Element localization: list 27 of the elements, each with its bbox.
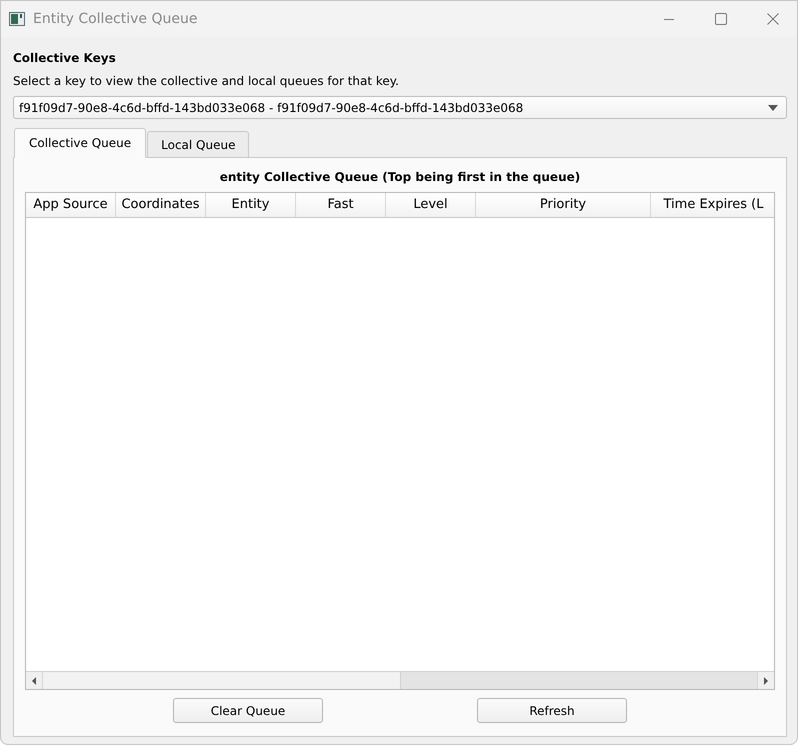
app-icon bbox=[9, 12, 25, 26]
column-header[interactable]: Level bbox=[386, 193, 476, 217]
column-header[interactable]: Fast bbox=[296, 193, 386, 217]
key-dropdown[interactable]: f91f09d7-90e8-4c6d-bffd-143bd033e068 - f91f09d7-90e8-4c6d-bffd-143bd033e068 bbox=[13, 96, 787, 119]
scrollbar-thumb[interactable] bbox=[43, 672, 401, 689]
instruction-text: Select a key to view the collective and local queues for that key. bbox=[13, 73, 400, 89]
section-heading: Collective Keys bbox=[13, 50, 117, 66]
minimize-icon bbox=[664, 18, 674, 20]
tab[interactable]: Collective Queue bbox=[14, 128, 146, 158]
column-header[interactable]: App Source bbox=[26, 193, 116, 217]
scroll-right-button[interactable] bbox=[757, 672, 774, 689]
column-header[interactable]: Time Expires (L bbox=[651, 193, 774, 217]
refresh-button[interactable]: Refresh bbox=[477, 698, 627, 723]
maximize-icon bbox=[715, 13, 727, 25]
close-icon bbox=[767, 13, 779, 25]
queue-title: entity Collective Queue (Top being first in the queue) bbox=[218, 169, 582, 185]
right-arrow-icon bbox=[764, 676, 768, 684]
tab[interactable]: Local Queue bbox=[147, 131, 250, 158]
horizontal-scrollbar[interactable] bbox=[26, 671, 774, 689]
clear-queue-button[interactable]: Clear Queue bbox=[173, 698, 323, 723]
column-header[interactable]: Priority bbox=[476, 193, 651, 217]
column-header[interactable]: Entity bbox=[206, 193, 296, 217]
caret-icon bbox=[768, 104, 778, 110]
column-header[interactable]: Coordinates bbox=[116, 193, 206, 217]
window-title: Entity Collective Queue bbox=[33, 11, 198, 27]
left-arrow-icon bbox=[32, 676, 36, 684]
scroll-left-button[interactable] bbox=[26, 672, 43, 689]
